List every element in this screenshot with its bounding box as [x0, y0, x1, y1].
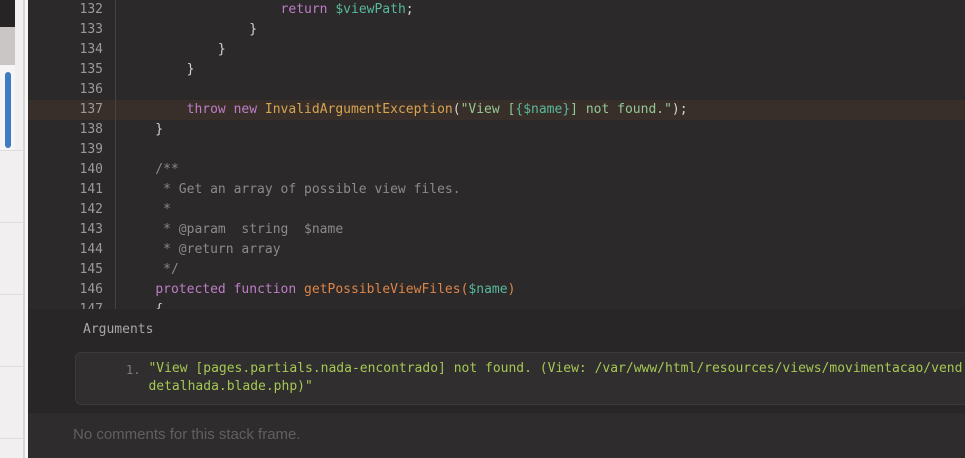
- code-line: 144 * @return array: [28, 240, 965, 260]
- arguments-box: 1."View [pages.partials.nada-encontrado]…: [75, 352, 965, 405]
- sidebar-header-edge: [0, 0, 15, 27]
- line-number: 141: [28, 180, 116, 200]
- line-number: 137: [28, 100, 116, 120]
- code-line: 132 return $viewPath;: [28, 0, 965, 20]
- frame-divider: [0, 294, 25, 295]
- code-text: }: [116, 20, 257, 40]
- line-number: 133: [28, 20, 116, 40]
- line-number: 146: [28, 280, 116, 300]
- line-number: 142: [28, 200, 116, 220]
- frame-divider: [0, 150, 25, 151]
- line-number: 144: [28, 240, 116, 260]
- argument-index: 1.: [126, 360, 140, 396]
- code-line: 142 *: [28, 200, 965, 220]
- sidebar-scrollbar-thumb[interactable]: [5, 72, 11, 148]
- code-line: 136: [28, 80, 965, 100]
- code-line: 143 * @param string $name: [28, 220, 965, 240]
- code-line: 133 }: [28, 20, 965, 40]
- code-text: [116, 140, 124, 160]
- code-line: 147 {: [28, 300, 965, 309]
- no-comments-text: No comments for this stack frame.: [73, 426, 301, 443]
- code-line: 138 }: [28, 120, 965, 140]
- frame-divider: [0, 438, 25, 439]
- code-line: 135 }: [28, 60, 965, 80]
- line-number: 135: [28, 60, 116, 80]
- code-line: 134 }: [28, 40, 965, 60]
- line-number: 147: [28, 300, 116, 309]
- code-text: }: [116, 40, 226, 60]
- code-line: 139: [28, 140, 965, 160]
- line-number: 145: [28, 260, 116, 280]
- code-text: * @param string $name: [116, 220, 343, 240]
- line-number: 134: [28, 40, 116, 60]
- code-text: */: [116, 260, 179, 280]
- arguments-title: Arguments: [83, 322, 965, 337]
- frames-sidebar-edge[interactable]: [0, 0, 25, 458]
- code-line: 145 */: [28, 260, 965, 280]
- code-text: throw new InvalidArgumentException("View…: [116, 100, 688, 120]
- argument-value: "View [pages.partials.nada-encontrado] n…: [148, 360, 962, 396]
- line-number: 143: [28, 220, 116, 240]
- code-text: return $viewPath;: [116, 0, 414, 20]
- frame-comments-section: No comments for this stack frame.: [28, 413, 965, 458]
- line-number: 139: [28, 140, 116, 160]
- code-line: 140 /**: [28, 160, 965, 180]
- code-text: }: [116, 60, 194, 80]
- code-text: }: [116, 120, 163, 140]
- code-text: * Get an array of possible view files.: [116, 180, 461, 200]
- code-line: 141 * Get an array of possible view file…: [28, 180, 965, 200]
- code-text: [116, 80, 124, 100]
- argument-item: 1."View [pages.partials.nada-encontrado]…: [76, 360, 965, 396]
- frame-details-section: Arguments 1."View [pages.partials.nada-e…: [28, 309, 965, 413]
- line-number: 136: [28, 80, 116, 100]
- line-number: 138: [28, 120, 116, 140]
- code-text: {: [116, 300, 163, 309]
- code-text: * @return array: [116, 240, 281, 260]
- line-number: 132: [28, 0, 116, 20]
- frame-divider: [0, 222, 25, 223]
- line-number: 140: [28, 160, 116, 180]
- code-text: /**: [116, 160, 179, 180]
- frame-item-edge[interactable]: [0, 27, 15, 65]
- code-text: *: [116, 200, 171, 220]
- code-text: protected function getPossibleViewFiles(…: [116, 280, 515, 300]
- code-line: 146 protected function getPossibleViewFi…: [28, 280, 965, 300]
- frame-code-panel: 132 return $viewPath;133 }134 }135 }1361…: [28, 0, 965, 458]
- frame-divider: [0, 366, 25, 367]
- code-line-highlighted: 137 throw new InvalidArgumentException("…: [28, 100, 965, 120]
- code-viewer: 132 return $viewPath;133 }134 }135 }1361…: [28, 0, 965, 309]
